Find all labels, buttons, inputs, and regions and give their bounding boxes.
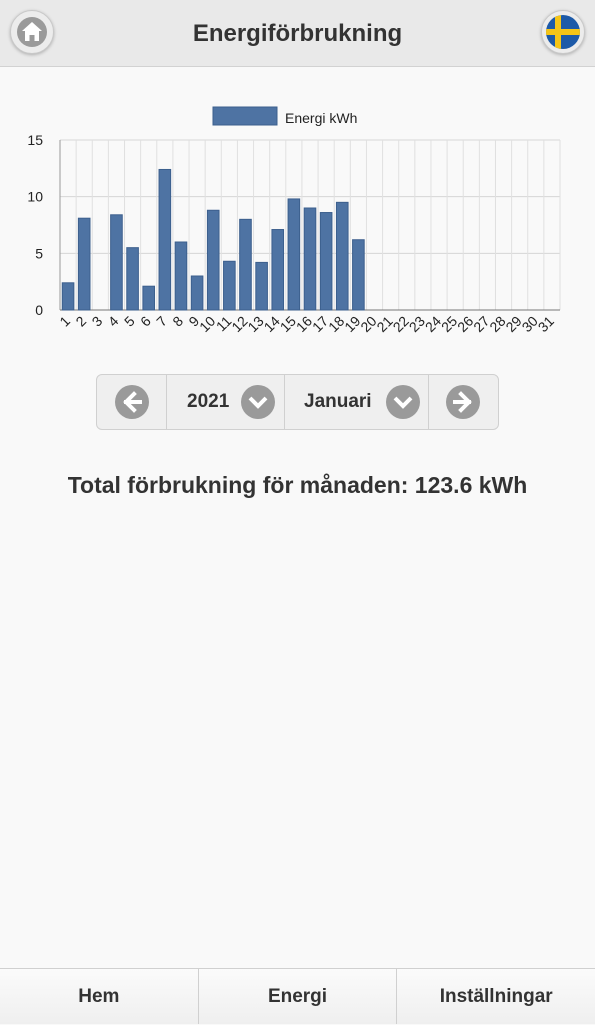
bar	[158, 168, 172, 311]
y-tick-label: 0	[35, 302, 43, 318]
bar	[61, 282, 75, 311]
language-button[interactable]	[541, 10, 585, 54]
x-tick-label: 4	[105, 313, 122, 330]
chevron-down-icon	[386, 385, 420, 419]
energy-bar-chart: 0510151 2 3 4 5 6 7 8 91011121314151617181920212…	[27, 106, 561, 335]
bar	[255, 261, 268, 311]
arrow-right-icon	[446, 385, 480, 419]
bar	[239, 218, 252, 311]
y-tick-label: 15	[27, 132, 43, 148]
bar	[206, 209, 220, 311]
home-icon	[17, 17, 47, 47]
period-selector: 2021 Januari	[96, 374, 499, 430]
next-month-button[interactable]	[429, 375, 498, 429]
y-tick-label: 5	[35, 245, 43, 261]
x-tick-label: 6	[137, 313, 154, 330]
x-tick-label: 2	[72, 313, 89, 330]
tab-bar: Hem Energi Inställningar	[0, 968, 595, 1024]
bar	[77, 217, 91, 311]
bar	[110, 214, 123, 311]
swedish-flag-icon	[546, 15, 580, 49]
x-tick-label: 31	[535, 313, 557, 335]
chevron-down-icon	[241, 385, 275, 419]
bar	[142, 285, 156, 311]
bar	[174, 241, 188, 311]
bar	[303, 207, 317, 311]
x-tick-label: 1	[56, 313, 73, 330]
bar	[223, 260, 236, 311]
x-tick-label: 5	[121, 313, 138, 330]
previous-month-button[interactable]	[97, 375, 167, 429]
bar	[352, 239, 365, 311]
bar	[190, 275, 204, 311]
tab-home[interactable]: Hem	[0, 969, 199, 1024]
x-tick-label: 8	[169, 313, 186, 330]
tab-energy[interactable]: Energi	[198, 969, 398, 1024]
x-tick-label: 7	[153, 313, 170, 330]
legend-label: Energi kWh	[285, 110, 357, 126]
arrow-left-icon	[115, 385, 149, 419]
bar	[126, 247, 139, 311]
y-tick-label: 10	[27, 189, 43, 205]
year-select[interactable]: 2021	[167, 375, 285, 429]
header-bar: Energiförbrukning	[0, 0, 595, 67]
tab-settings[interactable]: Inställningar	[397, 969, 595, 1024]
monthly-total: Total förbrukning för månaden: 123.6 kWh	[67, 472, 528, 498]
bar	[271, 229, 285, 311]
legend-swatch	[212, 106, 278, 126]
bar	[335, 201, 349, 311]
home-button[interactable]	[10, 10, 54, 54]
month-value: Januari	[304, 391, 372, 412]
year-value: 2021	[187, 391, 230, 412]
bar	[287, 198, 301, 311]
month-select[interactable]: Januari	[285, 375, 429, 429]
page-title: Energiförbrukning	[192, 20, 403, 47]
bar	[319, 212, 333, 311]
x-tick-label: 3	[89, 313, 106, 330]
